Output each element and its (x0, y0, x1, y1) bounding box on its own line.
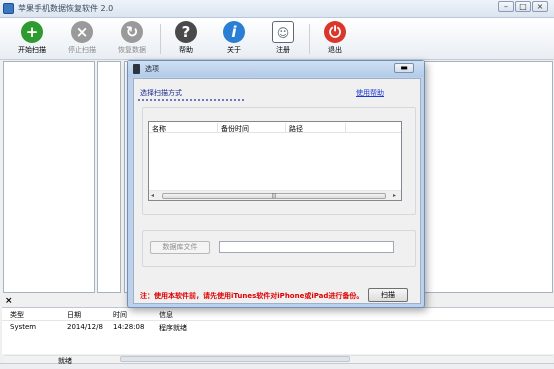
log-panel[interactable]: 类型 日期 时间 信息 System 2014/12/8 14:28:08 程序… (2, 307, 554, 354)
table-header: 名称 备份时间 路径 (149, 122, 401, 133)
recover-data-label: 恢复数据 (118, 46, 146, 54)
window-title: 苹果手机数据恢复软件 2.0 (18, 4, 114, 13)
column-divider[interactable] (217, 123, 218, 132)
table-horizontal-scrollbar[interactable]: ◂ ||| ▸ (149, 190, 401, 200)
col-name[interactable]: 名称 (152, 124, 166, 134)
category-pane[interactable] (97, 61, 121, 293)
stop-x-icon: × (71, 21, 93, 43)
log-close-button[interactable]: × (5, 296, 13, 306)
log-col-time[interactable]: 时间 (113, 310, 127, 320)
log-col-info[interactable]: 信息 (159, 310, 173, 320)
log-scroll-thumb[interactable] (120, 356, 350, 362)
log-cell-date: 2014/12/8 (67, 323, 103, 331)
database-path-input[interactable] (219, 241, 394, 253)
toolbar: + 开始扫描 × 停止扫描 ↻ 恢复数据 ? 帮助 i 关于 ☺ 注册 ⏻ 退出 (0, 18, 554, 60)
register-label: 注册 (276, 46, 290, 54)
database-file-button[interactable]: 数据库文件 (150, 241, 210, 254)
device-tree-pane[interactable] (3, 61, 95, 293)
minimize-button[interactable]: – (498, 1, 514, 12)
col-path[interactable]: 路径 (289, 124, 303, 134)
scroll-right-icon[interactable]: ▸ (393, 192, 396, 199)
log-header-divider (2, 320, 554, 321)
col-backup-time[interactable]: 备份时间 (221, 124, 249, 134)
recover-data-button[interactable]: ↻ 恢复数据 (110, 20, 154, 58)
log-col-type[interactable]: 类型 (10, 310, 24, 320)
about-button[interactable]: i 关于 (212, 20, 256, 58)
maximize-button[interactable]: □ (515, 1, 531, 12)
log-cell-info: 程序就绪 (159, 324, 187, 332)
scan-mode-label: 选择扫描方式 (140, 89, 182, 97)
info-icon: i (223, 21, 245, 43)
register-button[interactable]: ☺ 注册 (261, 20, 305, 58)
question-icon: ? (175, 21, 197, 43)
scroll-left-icon[interactable]: ◂ (151, 192, 154, 199)
close-button[interactable]: × (532, 1, 548, 12)
scan-mode-underline (138, 99, 244, 101)
dialog-title: 选项 (145, 65, 159, 73)
stop-scan-label: 停止扫描 (68, 46, 96, 54)
log-cell-time: 14:28:08 (113, 323, 145, 331)
scan-button[interactable]: 扫描 (368, 288, 408, 302)
help-label: 帮助 (179, 46, 193, 54)
start-scan-button[interactable]: + 开始扫描 (10, 20, 54, 58)
exit-label: 退出 (328, 46, 342, 54)
status-bar (0, 363, 554, 369)
app-icon (3, 3, 14, 14)
power-icon: ⏻ (324, 21, 346, 43)
help-link[interactable]: 使用帮助 (356, 88, 384, 98)
dialog-body: 选择扫描方式 使用帮助 名称 备份时间 路径 ◂ ||| ▸ 数据库文件 注：使… (133, 78, 421, 304)
options-dialog: 选项 ▬ 选择扫描方式 使用帮助 名称 备份时间 路径 ◂ ||| ▸ 数据库文… (127, 60, 425, 308)
dialog-minimize-button[interactable]: ▬ (394, 63, 414, 73)
dialog-title-bar (128, 61, 424, 77)
log-cell-type: System (10, 323, 37, 331)
user-icon: ☺ (272, 21, 294, 43)
stop-scan-button[interactable]: × 停止扫描 (60, 20, 104, 58)
help-button[interactable]: ? 帮助 (164, 20, 208, 58)
exit-button[interactable]: ⏻ 退出 (313, 20, 357, 58)
table-scroll-thumb[interactable]: ||| (162, 193, 386, 199)
status-text: 就绪 (58, 357, 72, 365)
backup-notice: 注：使用本软件前，请先使用iTunes软件对iPhone或iPad进行备份。 (140, 292, 364, 300)
plus-circle-icon: + (21, 21, 43, 43)
backup-table[interactable]: 名称 备份时间 路径 ◂ ||| ▸ (148, 121, 402, 201)
log-col-date[interactable]: 日期 (67, 310, 81, 320)
column-divider[interactable] (285, 123, 286, 132)
start-scan-label: 开始扫描 (18, 46, 46, 54)
phone-icon (133, 64, 140, 74)
toolbar-separator (309, 24, 310, 54)
refresh-icon: ↻ (121, 21, 143, 43)
about-label: 关于 (227, 46, 241, 54)
column-divider[interactable] (345, 123, 346, 132)
toolbar-separator (160, 24, 161, 54)
